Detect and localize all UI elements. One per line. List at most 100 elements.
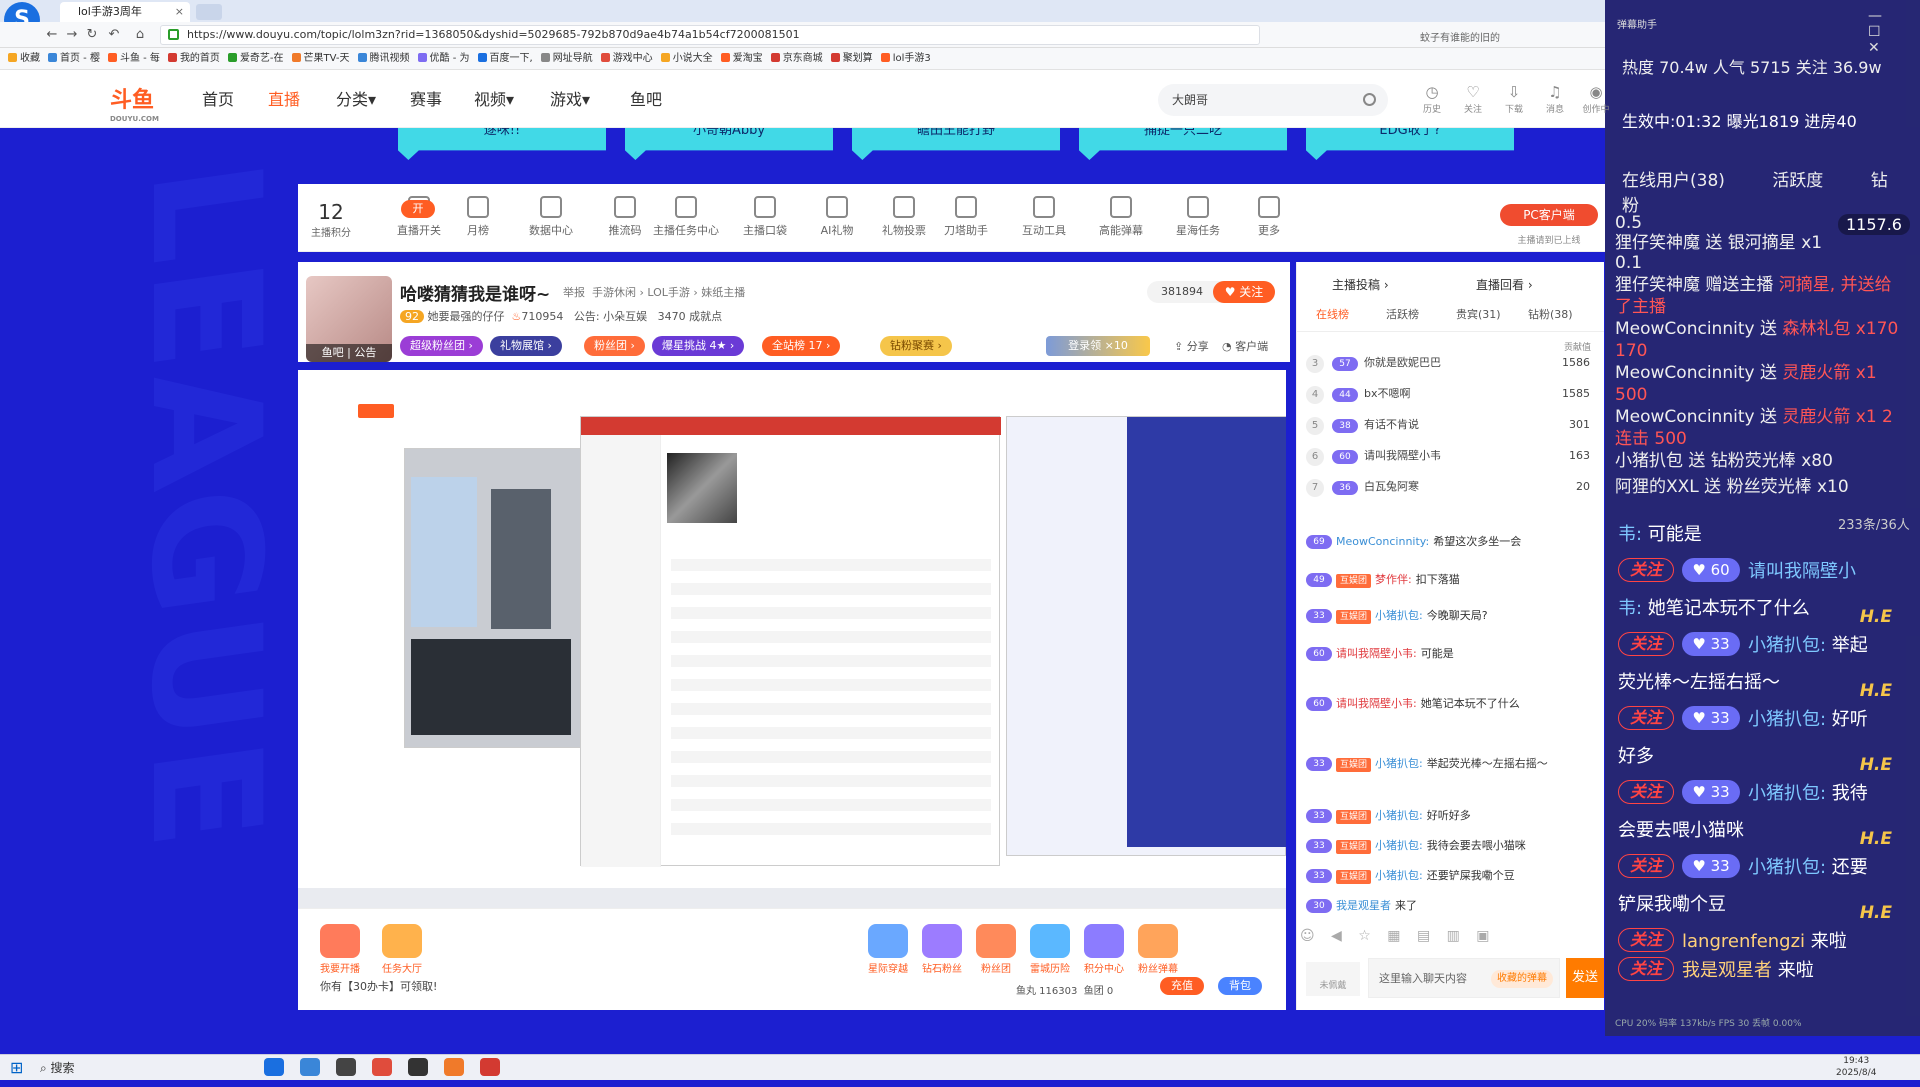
chat-username[interactable]: 小猪扒包: [1375, 609, 1423, 622]
create-button[interactable]: ◉ 创作中 [1578, 82, 1614, 115]
taskbar-music-icon[interactable] [480, 1058, 500, 1076]
medal-slot[interactable]: 未佩戴 [1306, 962, 1360, 996]
bookmark-item[interactable]: 聚划算 [830, 48, 873, 70]
tab-active[interactable]: 活跃榜 [1386, 306, 1419, 322]
banner-tab[interactable]: 小奇朝Abby [625, 128, 833, 160]
chat-username[interactable]: 小猪扒包: [1748, 857, 1826, 878]
download-button[interactable]: ⇩ 下载 [1496, 82, 1532, 115]
live-switch-badge[interactable]: 开 [401, 200, 435, 218]
banner-tab[interactable]: 逐咪!! [398, 128, 606, 160]
bookmark-item[interactable]: lol手游3 [880, 48, 931, 70]
tab-vip[interactable]: 贵宾(31) [1456, 306, 1501, 322]
replay-link[interactable]: 直播回看 › [1476, 276, 1533, 293]
chat-username[interactable]: 小猪扒包: [1375, 839, 1423, 852]
url-input[interactable]: https://www.douyu.com/topic/lolm3zn?rid=… [160, 25, 1260, 45]
room-pill[interactable]: 全站榜 17 › [762, 336, 841, 356]
bookmark-item[interactable]: 爱淘宝 [720, 48, 763, 70]
new-tab-button[interactable] [196, 4, 222, 20]
search-icon[interactable] [1363, 93, 1376, 106]
undo-icon[interactable]: ↶ [106, 27, 122, 43]
gift-btn[interactable]: 积分中心 [1074, 924, 1134, 975]
chat-username[interactable]: MeowConcinnity: [1336, 535, 1429, 548]
chat-username[interactable]: 请叫我隔壁小韦: [1336, 647, 1417, 660]
browser-tab[interactable]: lol手游3周年 × [60, 2, 190, 22]
nav-0[interactable]: 首页 [202, 88, 234, 112]
avatar[interactable]: 鱼吧 | 公告 [306, 276, 392, 362]
pc-client-button[interactable]: PC客户端 [1500, 204, 1598, 226]
rank-row[interactable]: 6 60 请叫我隔壁小韦 163 [1306, 441, 1598, 471]
bookmark-item[interactable]: 腾讯视频 [357, 48, 410, 70]
room-pill[interactable]: 爆星挑战 4★ › [652, 336, 745, 356]
nav-2[interactable]: 分类▾ [336, 88, 376, 112]
chat-username[interactable]: 梦作伴: [1375, 573, 1412, 586]
back-icon[interactable]: ← [44, 27, 60, 43]
bookmark-item[interactable]: 收藏 [8, 48, 40, 70]
studio-tool[interactable]: AI礼物 [802, 196, 872, 238]
login-reward-button[interactable]: 登录领 ×10 [1046, 336, 1150, 356]
follow-badge[interactable]: 关注 [1618, 706, 1674, 730]
gift-btn[interactable]: 粉丝团 [966, 924, 1026, 975]
anchor-score[interactable]: 12 主播积分 [306, 200, 356, 239]
breadcrumb[interactable]: 举报 手游休闲 › LOL手游 › 妹纸主播 [563, 284, 745, 300]
close-icon[interactable]: × [175, 2, 184, 22]
follow-badge[interactable]: 关注 [1618, 928, 1674, 952]
banner-tab[interactable]: 瞻田王能打野 [852, 128, 1060, 160]
avatar-caption[interactable]: 鱼吧 | 公告 [306, 344, 392, 362]
nav-4[interactable]: 视频▾ [474, 88, 514, 112]
chat-username[interactable]: 小猪扒包: [1375, 809, 1423, 822]
taskbar-clock[interactable]: 19:43 2025/8/4 [1836, 1055, 1876, 1079]
studio-tool[interactable]: 主播口袋 [730, 196, 800, 238]
bottom-btn[interactable]: 任务大厅 [372, 924, 432, 975]
tab-online[interactable]: 在线榜 [1316, 306, 1349, 322]
chat-username[interactable]: 请叫我隔壁小 [1748, 561, 1856, 582]
douyu-logo[interactable]: 斗鱼 DOUYU.COM [110, 86, 186, 123]
chat-username[interactable]: 我是观星者 [1682, 960, 1772, 981]
studio-tool[interactable]: 礼物投票 [869, 196, 939, 238]
bookmark-item[interactable]: 小说大全 [660, 48, 713, 70]
refresh-icon[interactable]: ↻ [84, 27, 100, 43]
room-pill[interactable]: 礼物展馆 › [490, 336, 562, 356]
follow-button[interactable]: ♥ 关注 [1213, 281, 1275, 303]
bookmark-item[interactable]: 网址导航 [540, 48, 593, 70]
gift-btn[interactable]: 钻石粉丝 [912, 924, 972, 975]
follow-badge[interactable]: 关注 [1618, 957, 1674, 981]
studio-tool[interactable]: 推流码 [590, 196, 660, 238]
room-pill[interactable]: 粉丝团 › [584, 336, 645, 356]
chat-username[interactable]: 请叫我隔壁小韦: [1336, 697, 1417, 710]
follow-badge[interactable]: 关注 [1618, 632, 1674, 656]
studio-tool[interactable]: 数据中心 [516, 196, 586, 238]
tab-activity[interactable]: 活跃度 [1772, 171, 1823, 191]
bookmark-item[interactable]: 首页 - 樱 [48, 48, 100, 70]
bottom-btn[interactable]: 我要开播 [310, 924, 370, 975]
search-input[interactable]: 大朗哥 [1158, 84, 1388, 116]
taskbar-app-icon[interactable] [336, 1058, 356, 1076]
studio-tool[interactable]: 更多 [1234, 196, 1304, 238]
rank-row[interactable]: 7 36 白瓦兔阿寒 20 [1306, 472, 1598, 502]
taskbar-app-icon[interactable] [408, 1058, 428, 1076]
taskbar-app-icon[interactable] [372, 1058, 392, 1076]
bookmark-item[interactable]: 我的首页 [167, 48, 220, 70]
gift-btn[interactable]: 粉丝弹幕 [1128, 924, 1188, 975]
bookmark-item[interactable]: 京东商城 [770, 48, 823, 70]
coupon-tip[interactable]: 你有【30办卡】可领取! [320, 978, 437, 994]
search-hint[interactable]: 蚊子有谁能的旧的 [1420, 29, 1500, 44]
nav-6[interactable]: 鱼吧 [630, 88, 662, 112]
room-pill[interactable]: 钻粉聚赛 › [880, 336, 952, 356]
chat-username[interactable]: 小猪扒包: [1748, 635, 1826, 656]
taskbar-app-icon[interactable] [444, 1058, 464, 1076]
history-button[interactable]: ◷ 历史 [1414, 82, 1450, 115]
chat-username[interactable]: langrenfengzi [1682, 931, 1805, 952]
home-icon[interactable]: ⌂ [132, 27, 148, 43]
message-button[interactable]: ♫ 消息 [1537, 82, 1573, 115]
studio-tool[interactable]: 互动工具 [1009, 196, 1079, 238]
rank-row[interactable]: 5 38 有话不肯说 301 [1306, 410, 1598, 440]
follow-button[interactable]: ♡ 关注 [1455, 82, 1491, 115]
bookmark-item[interactable]: 爱奇艺-在 [227, 48, 284, 70]
share-button[interactable]: ⇪ 分享 [1174, 338, 1209, 354]
collect-danmu-button[interactable]: 收藏的弹幕 [1491, 970, 1553, 988]
chat-toolbar[interactable]: ☺ ◀ ☆ ▦ ▤ ▥ ▣ [1300, 928, 1600, 950]
studio-tool[interactable]: 高能弹幕 [1086, 196, 1156, 238]
studio-tool[interactable]: 月榜 [443, 196, 513, 238]
taskbar-browser-icon[interactable] [264, 1058, 284, 1076]
studio-tool[interactable]: 刀塔助手 [931, 196, 1001, 238]
